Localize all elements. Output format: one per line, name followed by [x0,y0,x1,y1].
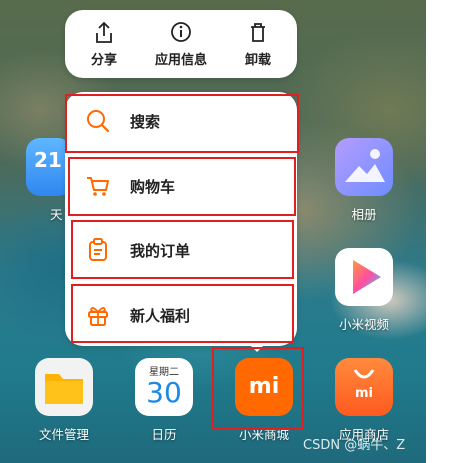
app-video[interactable]: 小米视频 [329,248,399,333]
app-info-label: 应用信息 [154,53,207,68]
share-button[interactable]: 分享 [69,20,139,68]
uninstall-label: 卸载 [244,53,271,68]
app-store[interactable]: mi 应用商店 [329,358,399,443]
app-info-button[interactable]: 应用信息 [146,20,216,68]
highlight-box-cart [68,157,296,216]
app-video-label: 小米视频 [338,317,389,332]
widget-date: 21 [34,148,62,172]
video-app-icon [335,248,393,306]
app-calendar[interactable]: 星期二 30 日历 [129,358,199,443]
highlight-box-mi-store [212,347,304,430]
highlight-box-welfare [71,284,294,343]
files-app-icon [35,358,93,416]
mountain-icon [345,149,385,182]
home-screen: 21 天 相册 小米视频 文件管理 星期二 30 日历 mi 小米商城 mi 应… [0,0,452,463]
share-icon [69,20,139,46]
highlight-box-search [65,94,299,153]
app-album[interactable]: 相册 [329,138,399,223]
highlight-box-orders [71,220,294,279]
info-icon [146,20,216,46]
app-files[interactable]: 文件管理 [29,358,99,443]
app-store-logo: mi [354,386,373,401]
app-files-label: 文件管理 [38,427,89,442]
uninstall-button[interactable]: 卸载 [223,20,293,68]
folder-icon [45,374,83,404]
app-album-label: 相册 [351,207,377,222]
trash-icon [223,20,293,46]
share-label: 分享 [90,53,117,68]
calendar-app-icon: 星期二 30 [135,358,193,416]
calendar-day: 30 [146,376,182,409]
play-icon [353,260,381,294]
app-store-icon: mi [335,358,393,416]
watermark: CSDN @蜗牛、Z [303,438,406,453]
page-margin [426,0,452,463]
quick-actions-card: 分享 应用信息 卸载 [65,10,297,78]
album-app-icon [335,138,393,196]
app-calendar-label: 日历 [151,427,177,442]
